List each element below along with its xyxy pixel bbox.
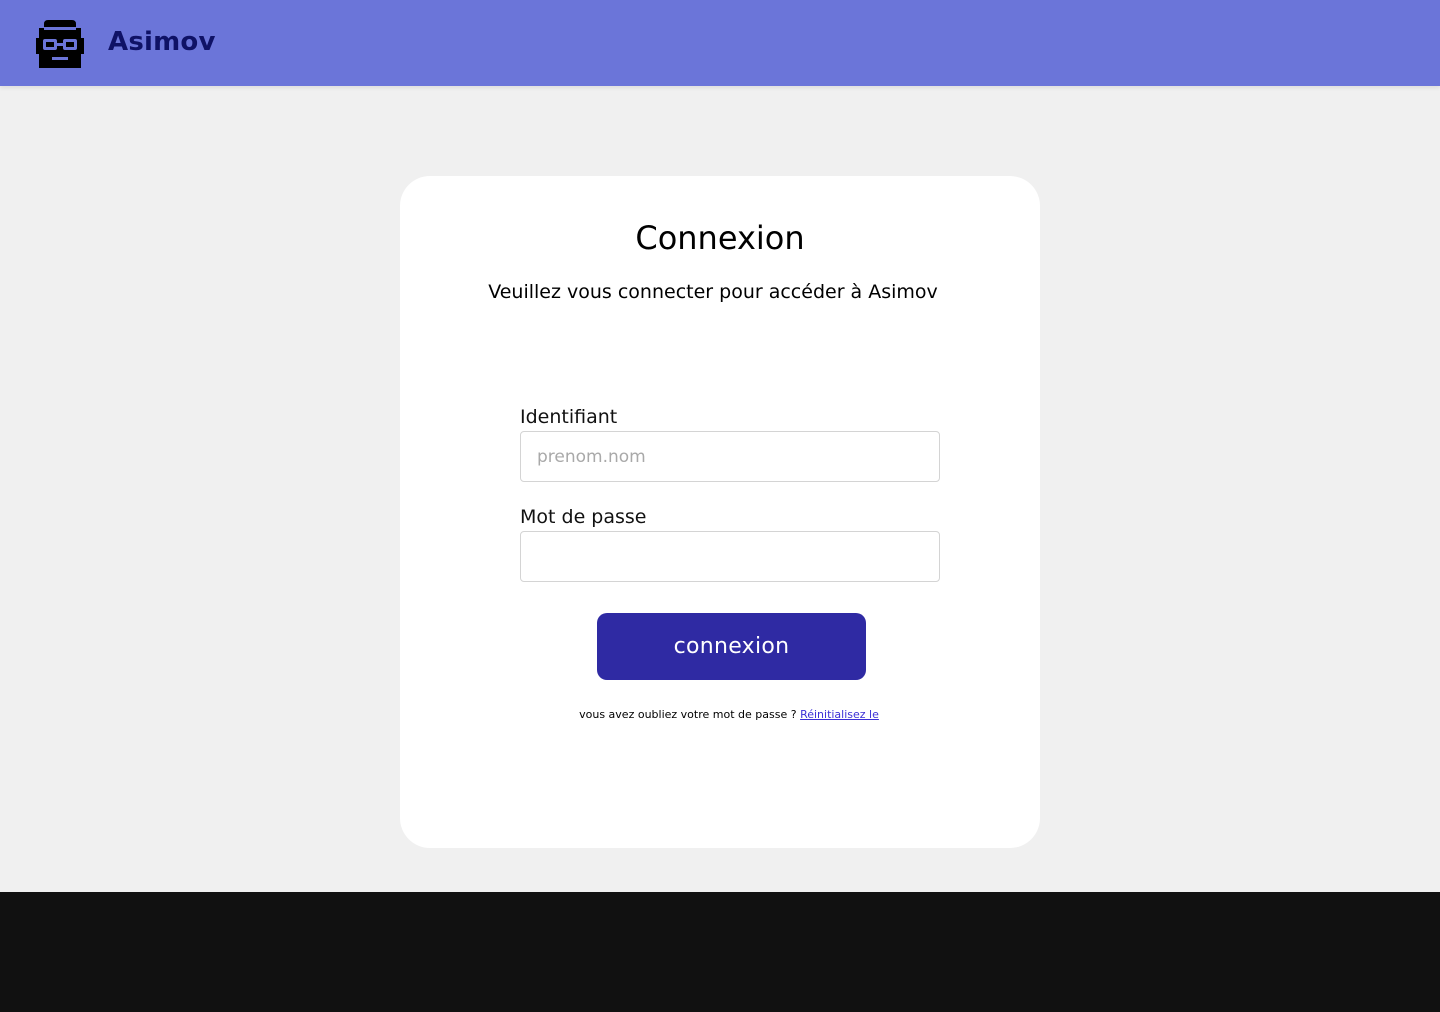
- username-input[interactable]: [520, 431, 940, 482]
- page-title: Connexion: [635, 219, 805, 257]
- login-subtitle: Veuillez vous connecter pour accéder à A…: [488, 281, 938, 303]
- page-footer: [0, 892, 1440, 1012]
- login-button[interactable]: connexion: [597, 613, 866, 680]
- password-label: Mot de passe: [520, 506, 647, 528]
- forgot-password-row: vous avez oubliez votre mot de passe ? R…: [400, 707, 1058, 723]
- forgot-password-text: vous avez oubliez votre mot de passe ?: [579, 708, 801, 721]
- password-input[interactable]: [520, 531, 940, 582]
- login-card: [400, 176, 1040, 848]
- brand-name[interactable]: Asimov: [108, 26, 216, 58]
- username-label: Identifiant: [520, 406, 618, 428]
- top-header: Asimov: [0, 0, 1440, 86]
- robot-glasses-icon[interactable]: [34, 18, 86, 70]
- reset-password-link[interactable]: Réinitialisez le: [800, 708, 879, 721]
